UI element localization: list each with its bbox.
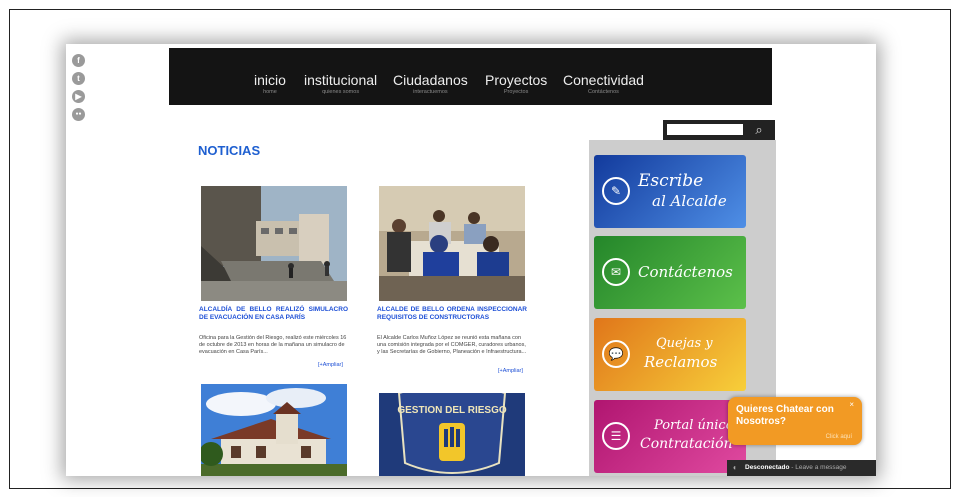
nav-item-proyectos[interactable]: Proyectos Proyectos <box>485 72 547 96</box>
contactenos-banner[interactable]: ✉ Contáctenos <box>594 236 746 309</box>
read-more-link[interactable]: [+Ampliar] <box>498 368 523 374</box>
nav-sublabel: Proyectos <box>503 89 529 95</box>
mail-icon: ✉ <box>602 258 630 286</box>
chat-status: Desconectado <box>745 464 790 471</box>
nav-sublabel: interactuemos <box>413 89 448 95</box>
speech-bubble-icon: 💬 <box>602 340 630 368</box>
close-icon[interactable]: × <box>849 400 854 409</box>
nav-sublabel: quienes somos <box>322 89 360 95</box>
nav-item-institucional[interactable]: institucional quienes somos <box>304 72 377 96</box>
chat-status-bar[interactable]: ◖ Desconectado - Leave a message <box>727 460 876 476</box>
banner-line2: al Alcalde <box>652 192 727 210</box>
nav-label: institucional <box>304 72 378 88</box>
nav-item-ciudadanos[interactable]: Ciudadanos interactuemos <box>393 72 468 96</box>
youtube-icon[interactable]: ▶ <box>72 90 85 103</box>
read-more-link[interactable]: [+Ampliar] <box>318 362 343 368</box>
search-icon[interactable]: ⌕ <box>751 122 767 138</box>
svg-text:GESTION DEL RIESGO: GESTION DEL RIESGO <box>397 405 506 416</box>
news-title[interactable]: ALCALDÍA DE BELLO REALIZÓ SIMULACRO DE E… <box>199 306 348 322</box>
layers-icon: ☰ <box>602 422 630 450</box>
escribe-al-alcalde-banner[interactable]: ✎ Escribe al Alcalde <box>594 155 746 228</box>
search-input[interactable] <box>667 124 743 135</box>
nav-sublabel: home <box>263 89 277 95</box>
portal-contratacion-banner[interactable]: ☰ Portal único Contratación <box>594 400 746 473</box>
banner-line1: Contáctenos <box>638 263 733 281</box>
nav-item-conectividad[interactable]: Conectividad Contáctenos <box>563 72 644 96</box>
chat-status-text: Desconectado - Leave a message <box>745 464 847 471</box>
nav-label: Proyectos <box>485 72 548 88</box>
chat-invite-title: Quieres Chatear con Nosotros? <box>736 404 834 427</box>
chat-status-sub: - Leave a message <box>789 464 847 471</box>
pen-icon: ✎ <box>602 177 630 205</box>
flickr-icon[interactable]: ●● <box>72 108 85 121</box>
nav-label: Conectividad <box>563 72 644 88</box>
chat-icon: ◖ <box>732 463 737 472</box>
news-image-casa[interactable] <box>201 384 347 476</box>
nav-sublabel: Contáctenos <box>588 89 619 95</box>
banner-line1: Portal único <box>654 418 734 433</box>
facebook-icon[interactable]: f <box>72 54 85 67</box>
news-image-gestion-riesgo[interactable]: GESTION DEL RIESGO <box>379 393 525 476</box>
main-navigation: inicio home institucional quienes somos … <box>169 48 772 105</box>
news-title[interactable]: ALCALDE DE BELLO ORDENA INSPECCIONAR REQ… <box>377 306 527 322</box>
banner-line1: Escribe <box>638 171 704 191</box>
banner-line1: Quejas y <box>656 336 713 351</box>
chat-click-link[interactable]: Click aquí <box>826 434 852 440</box>
nav-item-inicio[interactable]: inicio home <box>254 72 286 96</box>
news-excerpt: El Alcalde Carlos Muñoz López se reunió … <box>377 335 527 355</box>
twitter-icon[interactable]: t <box>72 72 85 85</box>
news-image-reunion[interactable] <box>379 186 525 301</box>
banner-line2: Contratación <box>640 436 733 452</box>
nav-label: inicio <box>254 72 286 88</box>
search-bar: ⌕ <box>663 120 775 140</box>
banner-line2: Reclamos <box>644 353 718 371</box>
quejas-reclamos-banner[interactable]: 💬 Quejas y Reclamos <box>594 318 746 391</box>
nav-label: Ciudadanos <box>393 72 468 88</box>
news-image-simulacro[interactable] <box>201 186 347 301</box>
chat-invite-popup[interactable]: Quieres Chatear con Nosotros? × Click aq… <box>728 397 862 445</box>
section-title: NOTICIAS <box>198 143 261 158</box>
